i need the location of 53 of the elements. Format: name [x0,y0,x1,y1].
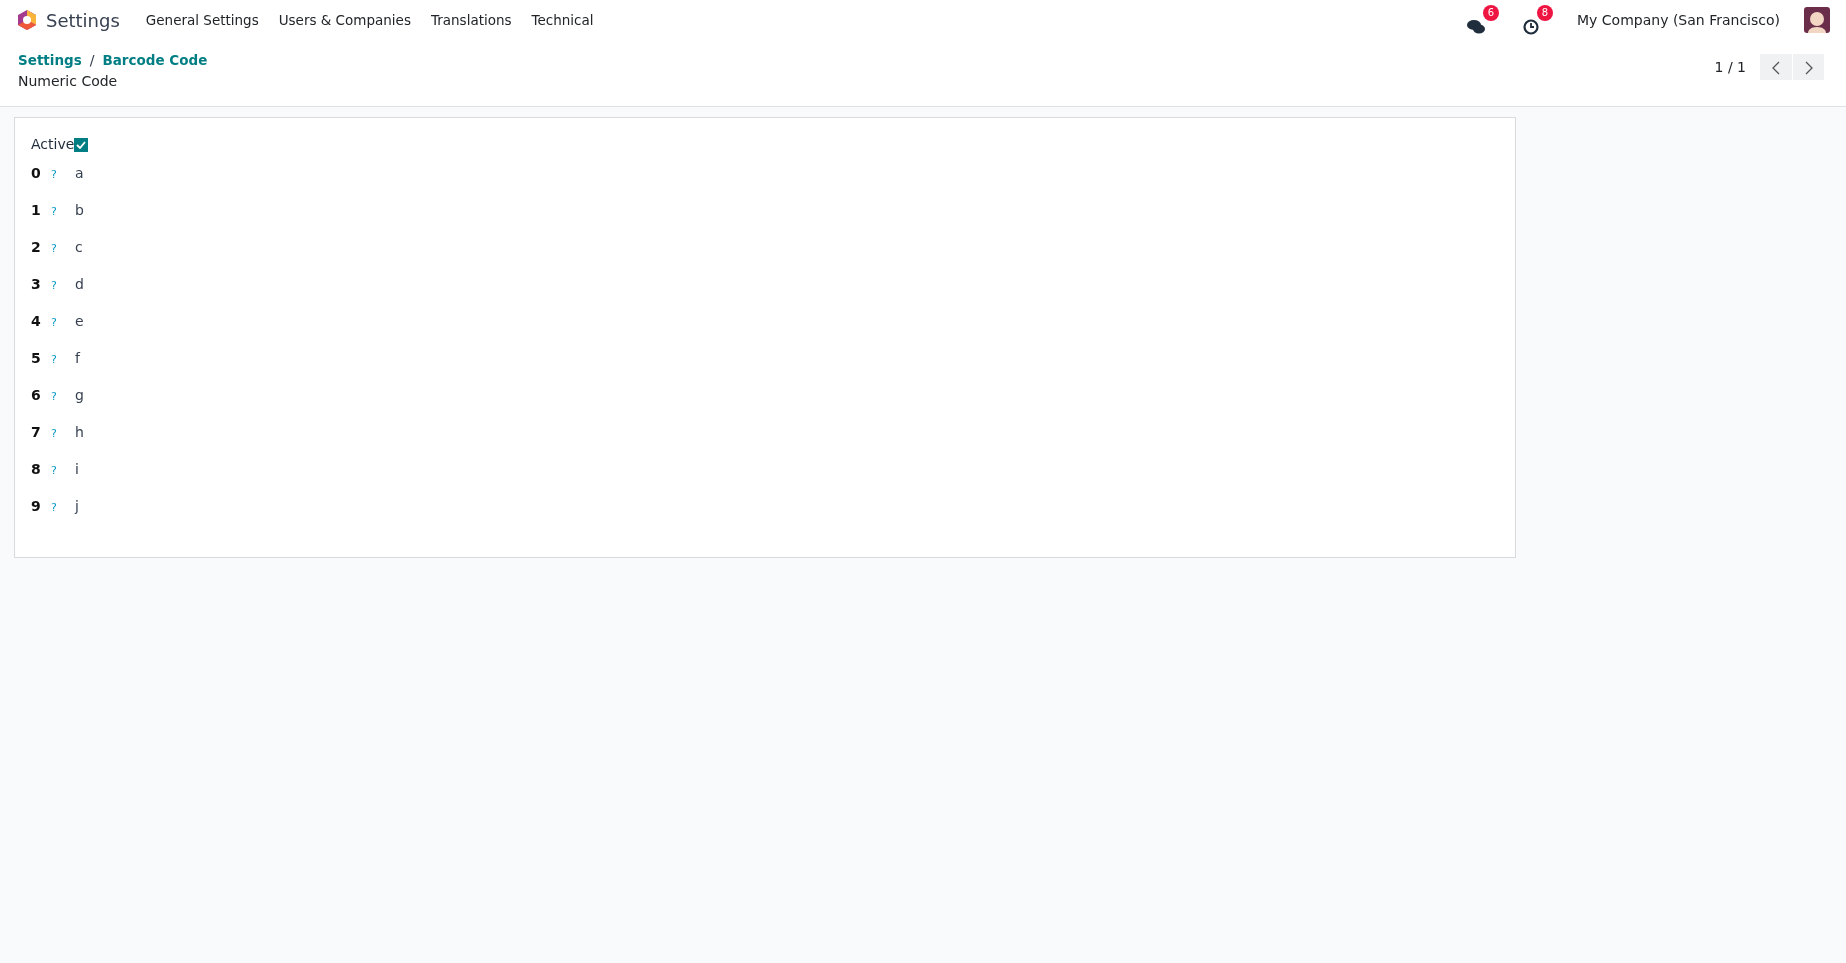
chat-icon [1467,19,1486,35]
help-tooltip[interactable]: ? [49,280,59,292]
active-checkbox[interactable] [74,137,89,152]
field-label: 7 [31,423,42,442]
pager-counter[interactable]: 1 / 1 [1714,56,1746,78]
field-value: j [75,497,79,516]
menu-item[interactable]: General Settings [135,9,269,31]
field-label: 6 [31,386,42,405]
field-value: i [75,460,79,479]
field-value: b [75,201,84,220]
app-logo-icon[interactable] [16,9,38,31]
clock-icon [1523,19,1540,35]
avatar-icon[interactable] [1804,7,1830,33]
help-tooltip[interactable]: ? [49,354,59,366]
menu-item[interactable]: Translations [420,9,522,31]
field-label: 0 [31,164,42,183]
help-tooltip[interactable]: ? [49,465,59,477]
help-tooltip[interactable]: ? [49,317,59,329]
app-name[interactable]: Settings [46,6,120,34]
field-label: 8 [31,460,42,479]
field-label: 5 [31,349,42,368]
field-label: 1 [31,201,42,220]
breadcrumb-link[interactable]: Barcode Code [102,50,208,71]
help-tooltip[interactable]: ? [49,243,59,255]
chevron-right-icon [1804,60,1813,75]
breadcrumb-separator: / [89,51,95,70]
chevron-left-icon [1772,60,1780,75]
breadcrumb-link[interactable]: Settings [18,50,82,71]
help-tooltip[interactable]: ? [49,428,59,440]
menu-item[interactable]: Users & Companies [268,9,421,31]
help-tooltip[interactable]: ? [49,206,59,218]
menu-item[interactable]: Technical [521,9,604,31]
help-tooltip[interactable]: ? [49,169,59,181]
field-label: 3 [31,275,42,294]
field-value: c [75,238,83,257]
record-title: Numeric Code [18,72,119,91]
field-label: 2 [31,238,42,257]
field-label: 9 [31,497,42,516]
field-label: Active [31,135,75,154]
field-value: e [75,312,84,331]
message-count: 6 [1483,5,1500,21]
activity-count: 8 [1537,5,1554,21]
field-value: g [75,386,84,405]
field-label: 4 [31,312,42,331]
field-value: a [75,164,84,183]
field-value: h [75,423,84,442]
company-switcher[interactable]: My Company (San Francisco) [1577,9,1780,31]
field-value: f [75,349,80,368]
messages-button[interactable]: 6 [1467,5,1500,35]
help-tooltip[interactable]: ? [49,391,59,403]
help-tooltip[interactable]: ? [49,502,59,514]
field-value: d [75,275,84,294]
activities-button[interactable]: 8 [1523,5,1554,35]
